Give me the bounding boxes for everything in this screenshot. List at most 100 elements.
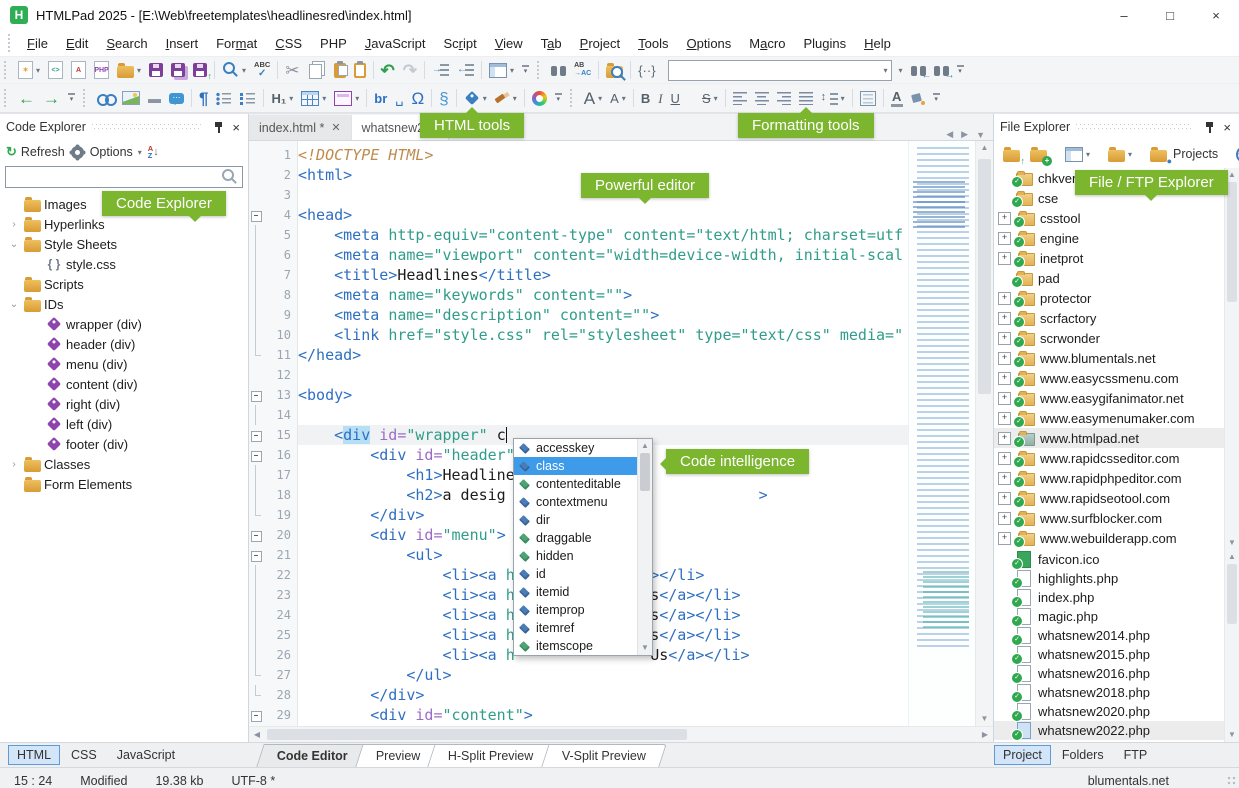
folders-scrollbar[interactable]: ▲▼ (1224, 168, 1239, 550)
color-picker-button[interactable] (528, 86, 551, 110)
folder-row-www-blumentals-net[interactable]: +✓www.blumentals.net (994, 348, 1239, 368)
folder-row-www-rapidphpeditor-com[interactable]: +✓www.rapidphpeditor.com (994, 468, 1239, 488)
panel-close-icon[interactable]: × (230, 120, 242, 135)
autocomplete-item-itemref[interactable]: itemref (514, 619, 637, 637)
file-row-whatsnew2016-php[interactable]: ✓whatsnew2016.php (994, 664, 1239, 683)
scroll-down-icon[interactable]: ▼ (638, 641, 652, 655)
font-color-button[interactable]: A (887, 86, 907, 110)
editor-tab-index-html-[interactable]: index.html *✕ (249, 115, 352, 140)
expand-icon[interactable]: + (998, 352, 1011, 365)
autocomplete-scrollbar[interactable]: ▲ ▼ (637, 439, 652, 655)
code-line-4[interactable]: <head> (298, 205, 908, 225)
maximize-button[interactable]: □ (1147, 0, 1193, 30)
autocomplete-item-itemscope[interactable]: itemscope (514, 637, 637, 655)
menu-insert[interactable]: Insert (157, 33, 208, 54)
expand-icon[interactable]: + (998, 412, 1011, 425)
files-scrollbar[interactable]: ▲▼ (1224, 550, 1239, 742)
autocomplete-item-class[interactable]: class (514, 457, 637, 475)
autocomplete-item-contenteditable[interactable]: contenteditable (514, 475, 637, 493)
insert-comment-button[interactable]: ⋯ (165, 86, 188, 110)
tree-item-style-sheets[interactable]: ⌄Style Sheets (0, 234, 248, 254)
fold-toggle-icon[interactable] (251, 431, 262, 442)
panel-layout-button[interactable]: ▾ (485, 58, 518, 82)
highlight-color-button[interactable] (907, 86, 929, 110)
tree-item-hyperlinks[interactable]: ›Hyperlinks (0, 214, 248, 234)
minimize-button[interactable]: – (1101, 0, 1147, 30)
expand-icon[interactable]: + (998, 292, 1011, 305)
pin-icon[interactable] (213, 121, 224, 134)
menu-javascript[interactable]: JavaScript (356, 33, 435, 54)
dropdown-caret-icon[interactable]: ▾ (714, 94, 718, 103)
html-overflow-button[interactable]: ▾ (551, 86, 566, 110)
dropdown-caret-icon[interactable]: ▾ (242, 66, 246, 75)
refresh-button[interactable]: Refresh (21, 145, 65, 159)
paragraph-style-button[interactable] (856, 86, 880, 110)
file-row-whatsnew2014-php[interactable]: ✓whatsnew2014.php (994, 626, 1239, 645)
paste-button[interactable] (330, 58, 350, 82)
folder-up-button[interactable]: ↑ (999, 142, 1024, 166)
file-row-whatsnew2018-php[interactable]: ✓whatsnew2018.php (994, 683, 1239, 702)
dropdown-caret-icon[interactable]: ▾ (289, 94, 293, 103)
tree-item-form-elements[interactable]: Form Elements (0, 474, 248, 494)
folder-row-engine[interactable]: +✓engine (994, 228, 1239, 248)
fold-toggle-icon[interactable] (251, 531, 262, 542)
dropdown-caret-icon[interactable]: ▾ (510, 66, 514, 75)
toolbar-overflow-button[interactable]: ▾ (518, 58, 533, 82)
format-brush-button[interactable]: ▾ (491, 86, 521, 110)
menu-search[interactable]: Search (97, 33, 156, 54)
code-line-6[interactable]: <meta name="viewport" content="width=dev… (298, 245, 908, 265)
insert-nbsp-button[interactable]: ␣ (391, 86, 407, 110)
expander-icon[interactable]: › (6, 219, 22, 230)
expand-icon[interactable]: + (998, 212, 1011, 225)
tab-close-icon[interactable]: ✕ (331, 121, 340, 134)
replace-button[interactable]: AB→AC (570, 58, 595, 82)
menu-help[interactable]: Help (855, 33, 900, 54)
code-snippets-button[interactable]: {··} (634, 58, 659, 82)
clipboard-button[interactable] (350, 58, 370, 82)
autocomplete-item-contextmenu[interactable]: contextmenu (514, 493, 637, 511)
folder-row-www-webuilderapp-com[interactable]: +✓www.webuilderapp.com (994, 528, 1239, 548)
code-line-12[interactable] (298, 365, 908, 385)
ordered-list-button[interactable] (236, 86, 260, 110)
menu-file[interactable]: File (18, 33, 57, 54)
minimap[interactable] (908, 141, 975, 726)
insert-script-button[interactable]: § (435, 86, 452, 110)
dropdown-caret-icon[interactable]: ▾ (513, 94, 517, 103)
folder-row-inetprot[interactable]: +✓inetprot (994, 248, 1239, 268)
tree-item-footer-div-[interactable]: footer (div) (0, 434, 248, 454)
save-upload-button[interactable]: ↑ (189, 58, 211, 82)
combobox-caret-icon[interactable]: ▾ (884, 66, 888, 75)
tab-project[interactable]: Project (994, 745, 1051, 765)
tree-item-scripts[interactable]: Scripts (0, 274, 248, 294)
file-row-whatsnew2015-php[interactable]: ✓whatsnew2015.php (994, 645, 1239, 664)
code-line-7[interactable]: <title>Headlines</title> (298, 265, 908, 285)
redo-button[interactable]: ↷ (399, 58, 421, 82)
autocomplete-item-dir[interactable]: dir (514, 511, 637, 529)
find-next-button[interactable]: → (930, 58, 953, 82)
new-php-document-button[interactable]: PHP (90, 58, 113, 82)
tab-scroll-right-icon[interactable]: ▶ (961, 129, 968, 140)
navigate-back-button[interactable]: ← (14, 86, 39, 110)
fold-toggle-icon[interactable] (251, 391, 262, 402)
tree-item-style-css[interactable]: { }style.css (0, 254, 248, 274)
find-previous-button[interactable]: ← (907, 58, 930, 82)
fold-toggle-icon[interactable] (251, 451, 262, 462)
menu-project[interactable]: Project (571, 33, 629, 54)
font-decrease-button[interactable]: A▾ (606, 86, 630, 110)
folder-row-protector[interactable]: +✓protector (994, 288, 1239, 308)
scroll-right-icon[interactable]: ▶ (977, 727, 993, 742)
tab-javascript[interactable]: JavaScript (108, 745, 184, 765)
file-row-highlights-php[interactable]: ✓highlights.php (994, 569, 1239, 588)
undo-button[interactable]: ↶ (377, 58, 399, 82)
file-row-favicon-ico[interactable]: ✓favicon.ico (994, 550, 1239, 569)
horizontal-scroll-thumb[interactable] (267, 729, 687, 740)
sort-az-button[interactable]: AZ↓ (148, 145, 159, 160)
fold-toggle-icon[interactable] (251, 211, 262, 222)
dropdown-caret-icon[interactable]: ▾ (1128, 150, 1132, 159)
insert-table-button[interactable]: ▾ (297, 86, 330, 110)
fold-toggle-icon[interactable] (251, 551, 262, 562)
code-line-27[interactable]: </ul> (298, 665, 908, 685)
new-document-button[interactable]: ✶▾ (14, 58, 44, 82)
spell-check-button[interactable]: ABC✓ (250, 58, 274, 82)
code-line-5[interactable]: <meta http-equiv="content-type" content=… (298, 225, 908, 245)
